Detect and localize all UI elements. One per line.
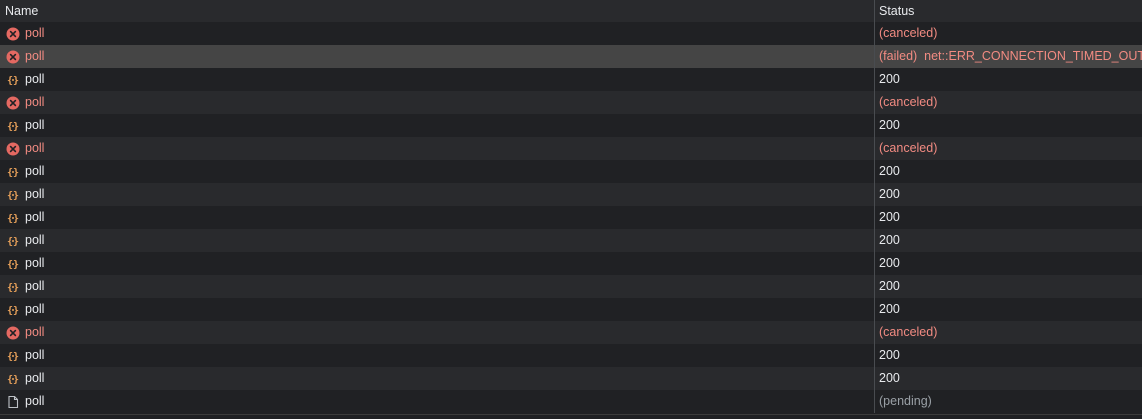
table-row[interactable]: {} poll 200 (0, 114, 1142, 137)
name-cell[interactable]: {} poll (0, 206, 874, 229)
name-cell[interactable]: poll (0, 390, 874, 413)
error-circle-icon (6, 142, 20, 156)
name-cell[interactable]: {} poll (0, 229, 874, 252)
xhr-braces-icon: {} (6, 257, 20, 271)
status-cell: (pending) (874, 390, 1142, 413)
error-circle-icon (6, 96, 20, 110)
request-name: poll (25, 325, 45, 339)
status-cell: (canceled) (874, 137, 1142, 160)
error-circle-icon (6, 326, 20, 340)
request-name: poll (25, 141, 45, 155)
request-name: poll (25, 279, 45, 293)
xhr-braces-icon: {} (6, 211, 20, 225)
table-row[interactable]: {} poll 200 (0, 252, 1142, 275)
table-row[interactable]: {} poll 200 (0, 160, 1142, 183)
status-cell: (canceled) (874, 321, 1142, 344)
name-cell[interactable]: {} poll (0, 114, 874, 137)
error-circle-icon (6, 50, 20, 64)
request-name: poll (25, 233, 45, 247)
status-cell: 200 (874, 298, 1142, 321)
table-row[interactable]: {} poll 200 (0, 344, 1142, 367)
status-cell: (failed) net::ERR_CONNECTION_TIMED_OUT (874, 45, 1142, 68)
request-name: poll (25, 210, 45, 224)
xhr-braces-icon: {} (6, 188, 20, 202)
xhr-braces-icon: {} (6, 234, 20, 248)
name-cell[interactable]: {} poll (0, 344, 874, 367)
request-name: poll (25, 118, 45, 132)
request-name: poll (25, 164, 45, 178)
table-row[interactable]: {} poll 200 (0, 68, 1142, 91)
request-name: poll (25, 95, 45, 109)
xhr-braces-icon: {} (6, 165, 20, 179)
status-cell: 200 (874, 183, 1142, 206)
status-cell: (canceled) (874, 22, 1142, 45)
request-name: poll (25, 256, 45, 270)
table-row[interactable]: {} poll 200 (0, 229, 1142, 252)
table-row[interactable]: poll (canceled) (0, 137, 1142, 160)
status-cell: 200 (874, 344, 1142, 367)
table-row[interactable]: poll (failed) net::ERR_CONNECTION_TIMED_O… (0, 45, 1142, 68)
name-cell[interactable]: {} poll (0, 298, 874, 321)
xhr-braces-icon: {} (6, 303, 20, 317)
xhr-braces-icon: {} (6, 280, 20, 294)
request-name: poll (25, 348, 45, 362)
network-requests-table: Name Status poll (canceled) poll (failed) n… (0, 0, 1142, 419)
error-circle-icon (6, 27, 20, 41)
status-cell: 200 (874, 229, 1142, 252)
xhr-braces-icon: {} (6, 349, 20, 363)
request-name: poll (25, 26, 45, 40)
name-cell[interactable]: poll (0, 22, 874, 45)
name-cell[interactable]: poll (0, 45, 874, 68)
table-row[interactable]: {} poll 200 (0, 206, 1142, 229)
request-name: poll (25, 302, 45, 316)
request-name: poll (25, 187, 45, 201)
name-cell[interactable]: poll (0, 91, 874, 114)
request-name: poll (25, 72, 45, 86)
status-cell: (canceled) (874, 91, 1142, 114)
table-row[interactable]: {} poll 200 (0, 367, 1142, 390)
xhr-braces-icon: {} (6, 73, 20, 87)
status-cell: 200 (874, 114, 1142, 137)
status-cell: 200 (874, 252, 1142, 275)
status-cell: 200 (874, 160, 1142, 183)
xhr-braces-icon: {} (6, 119, 20, 133)
name-cell[interactable]: poll (0, 321, 874, 344)
name-cell[interactable]: poll (0, 137, 874, 160)
table-row[interactable]: poll (canceled) (0, 91, 1142, 114)
status-cell: 200 (874, 68, 1142, 91)
name-cell[interactable]: {} poll (0, 367, 874, 390)
status-cell: 200 (874, 275, 1142, 298)
table-footer-edge (0, 414, 1142, 419)
name-cell[interactable]: {} poll (0, 275, 874, 298)
xhr-braces-icon: {} (6, 372, 20, 386)
request-name: poll (25, 49, 45, 63)
status-cell: 200 (874, 367, 1142, 390)
table-row[interactable]: poll (canceled) (0, 321, 1142, 344)
document-icon (6, 395, 20, 409)
table-row[interactable]: {} poll 200 (0, 298, 1142, 321)
name-cell[interactable]: {} poll (0, 68, 874, 91)
name-cell[interactable]: {} poll (0, 183, 874, 206)
request-list: poll (canceled) poll (failed) net::ERR_CONN… (0, 22, 1142, 413)
name-cell[interactable]: {} poll (0, 252, 874, 275)
request-name: poll (25, 394, 45, 408)
table-row[interactable]: poll (pending) (0, 390, 1142, 413)
name-cell[interactable]: {} poll (0, 160, 874, 183)
table-row[interactable]: poll (canceled) (0, 22, 1142, 45)
table-row[interactable]: {} poll 200 (0, 183, 1142, 206)
status-cell: 200 (874, 206, 1142, 229)
request-name: poll (25, 371, 45, 385)
table-row[interactable]: {} poll 200 (0, 275, 1142, 298)
